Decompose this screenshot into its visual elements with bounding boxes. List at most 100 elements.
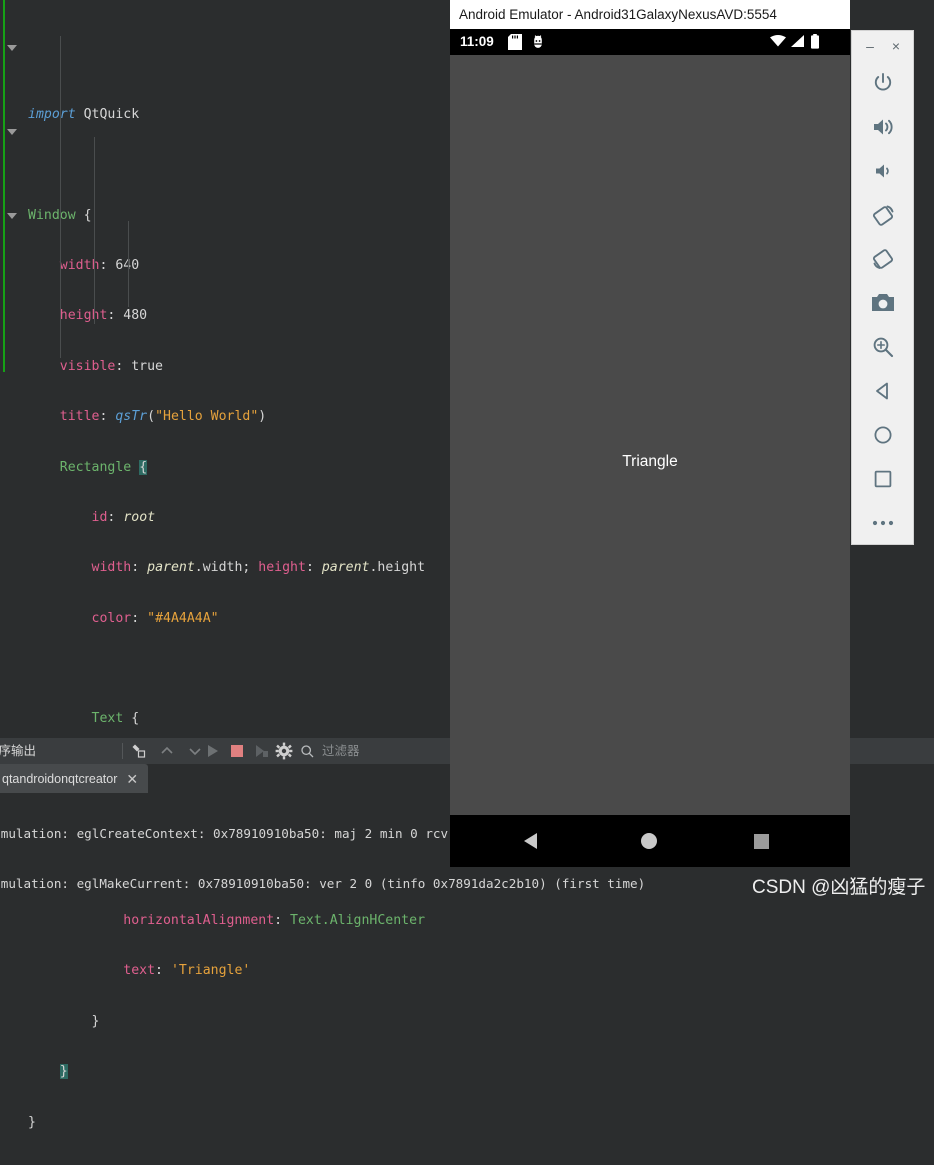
token-visible-prop: visible xyxy=(59,358,116,374)
token-parent-2: parent xyxy=(321,560,370,576)
code-line-21: } xyxy=(22,1115,934,1132)
token-close-brace-highlight: } xyxy=(59,1064,68,1080)
battery-icon xyxy=(810,34,820,54)
token-halign-prop: horizontalAlignment xyxy=(123,913,275,929)
token-width-prop-2: width xyxy=(91,560,132,576)
clear-output-button[interactable] xyxy=(130,742,148,760)
output-tab-qtandroidonqtcreator[interactable]: qtandroidonqtcreator ✕ xyxy=(0,764,149,793)
screenshot-button[interactable] xyxy=(852,281,913,325)
nav-home-icon[interactable] xyxy=(641,833,657,849)
token-parent-1: parent xyxy=(147,560,195,576)
token-brace-2: { xyxy=(123,711,140,727)
token-dot-width: .width; xyxy=(194,560,259,576)
token-text-value: 'Triangle' xyxy=(170,963,251,979)
token-color-prop: color xyxy=(91,610,132,626)
volume-up-button[interactable] xyxy=(852,105,913,149)
toolbar-separator xyxy=(122,743,123,759)
power-button[interactable] xyxy=(852,61,913,105)
code-line-20: } xyxy=(22,1064,934,1081)
android-status-bar: 11:09 xyxy=(450,29,850,55)
nav-recents-icon[interactable] xyxy=(754,834,769,849)
fold-gutter[interactable] xyxy=(0,0,22,738)
emulator-side-toolbar[interactable]: – × xyxy=(851,30,914,545)
token-colon: : xyxy=(107,308,124,324)
token-colon: : xyxy=(99,257,116,273)
prev-item-button[interactable] xyxy=(158,742,176,760)
rotate-left-button[interactable] xyxy=(852,193,913,237)
usb-debug-icon xyxy=(531,34,545,55)
token-colon: : xyxy=(131,560,148,576)
token-title-prop: title xyxy=(59,409,100,425)
back-button[interactable] xyxy=(852,369,913,413)
token-colon: : xyxy=(115,358,132,374)
android-emulator-window[interactable]: Android Emulator - Android31GalaxyNexusA… xyxy=(450,0,850,893)
token-brace: { xyxy=(75,207,92,223)
zoom-button[interactable] xyxy=(852,325,913,369)
fold-toggle-window[interactable] xyxy=(7,45,17,51)
token-colon: : xyxy=(274,913,291,929)
output-filter-field[interactable]: 过滤器 xyxy=(296,738,476,764)
token-visible-value: true xyxy=(131,358,163,374)
code-line-17: horizontalAlignment: Text.AlignHCenter xyxy=(22,913,934,930)
stop-button[interactable] xyxy=(228,742,246,760)
token-paren-open: ( xyxy=(147,409,156,425)
token-id-value: root xyxy=(123,509,156,525)
token-close-brace-window: } xyxy=(28,1114,36,1130)
indent-guide xyxy=(128,221,129,307)
attach-debugger-button[interactable] xyxy=(252,742,270,760)
token-colon: : xyxy=(107,509,124,525)
token-title-value: "Hello World" xyxy=(155,409,259,425)
close-icon[interactable]: × xyxy=(883,31,909,61)
extended-controls-button[interactable] xyxy=(852,501,913,545)
token-height-prop: height xyxy=(59,308,108,324)
settings-button[interactable] xyxy=(275,742,293,760)
token-import: import xyxy=(28,106,76,122)
token-colon: : xyxy=(155,963,171,979)
minimize-icon[interactable]: – xyxy=(857,31,883,61)
token-height-prop-2: height xyxy=(258,560,306,576)
output-pane-title: 程序输出 xyxy=(0,744,37,758)
close-icon[interactable]: ✕ xyxy=(126,772,138,786)
rotate-right-button[interactable] xyxy=(852,237,913,281)
output-tab-label: qtandroidonqtcreator xyxy=(2,771,118,786)
token-close-brace-text: } xyxy=(91,1013,100,1029)
overview-button[interactable] xyxy=(852,457,913,501)
token-module: QtQuick xyxy=(83,106,140,122)
fold-toggle-text[interactable] xyxy=(7,213,17,219)
token-window-type: Window xyxy=(28,207,76,223)
search-icon xyxy=(300,744,315,764)
run-button[interactable] xyxy=(202,742,224,760)
token-text-type: Text xyxy=(91,711,124,727)
token-height-value: 480 xyxy=(123,308,148,324)
nav-back-icon[interactable] xyxy=(524,833,537,849)
token-halign-value: Text.AlignHCenter xyxy=(290,913,426,929)
home-button[interactable] xyxy=(852,413,913,457)
token-rectangle-type: Rectangle xyxy=(59,459,132,475)
sdcard-icon xyxy=(508,34,522,55)
volume-down-button[interactable] xyxy=(852,149,913,193)
emulator-title-bar[interactable]: Android Emulator - Android31GalaxyNexusA… xyxy=(450,0,850,29)
code-line-18: text: 'Triangle' xyxy=(22,963,934,980)
code-line-19: } xyxy=(22,1014,934,1031)
token-dot-height: .height xyxy=(369,560,426,576)
wifi-icon xyxy=(769,34,787,53)
output-filter-placeholder: 过滤器 xyxy=(322,744,360,758)
emulator-window-controls: – × xyxy=(852,31,913,61)
token-colon: : xyxy=(99,409,116,425)
android-device-screen[interactable]: Triangle xyxy=(450,55,850,867)
cellular-signal-icon xyxy=(790,34,805,53)
token-color-value: "#4A4A4A" xyxy=(147,610,219,626)
indent-guide xyxy=(94,137,95,324)
token-id-prop: id xyxy=(91,509,108,525)
token-colon-2: : xyxy=(305,560,322,576)
token-qstr-func: qsTr xyxy=(115,409,148,425)
status-clock: 11:09 xyxy=(460,34,494,49)
token-colon: : xyxy=(131,610,148,626)
android-navigation-bar[interactable] xyxy=(450,815,850,867)
indent-guide xyxy=(60,36,61,358)
app-triangle-text: Triangle xyxy=(622,453,678,470)
token-text-prop: text xyxy=(123,963,156,979)
token-paren-close: ) xyxy=(258,409,267,425)
fold-toggle-rectangle[interactable] xyxy=(7,129,17,135)
token-brace-highlight: { xyxy=(139,459,148,475)
